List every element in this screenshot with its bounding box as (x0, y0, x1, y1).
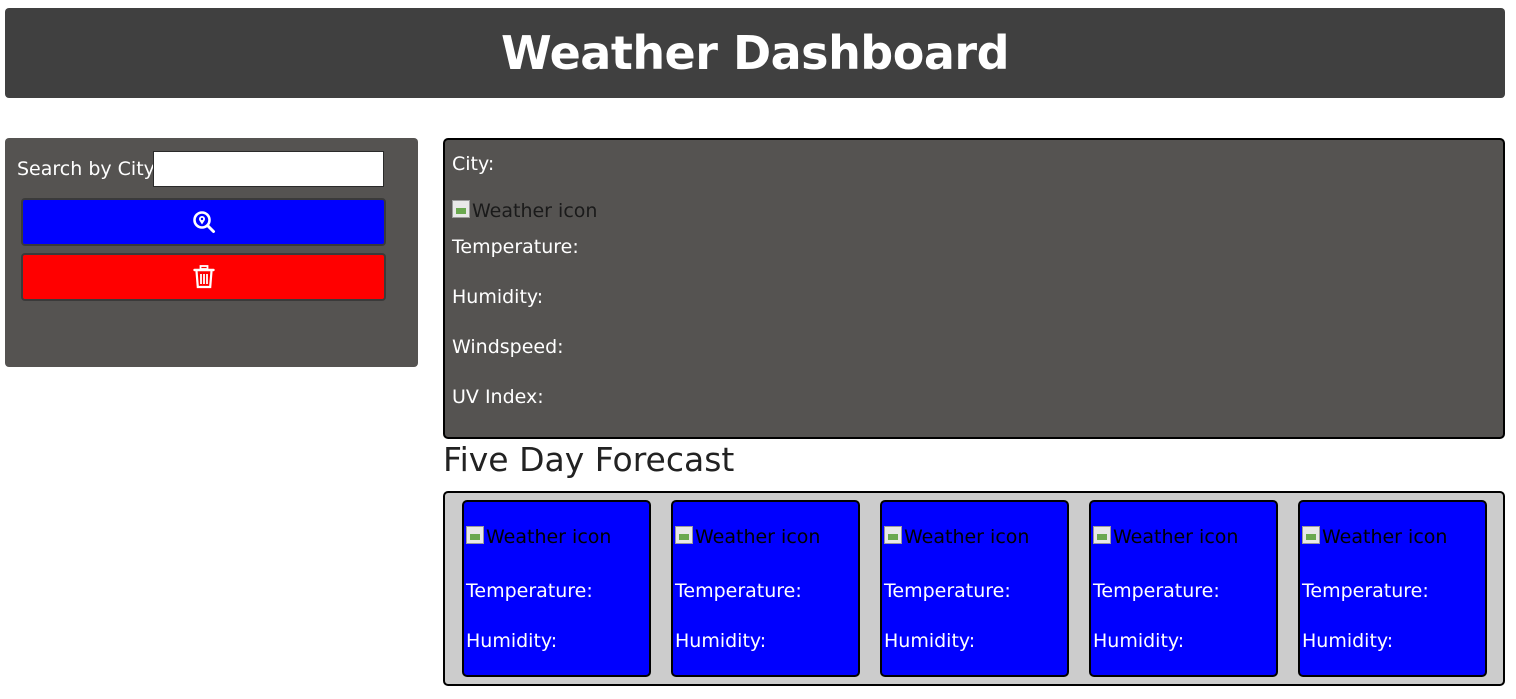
broken-image-icon (1093, 526, 1111, 544)
city-label: City: (452, 153, 495, 175)
windspeed-label: Windspeed: (452, 336, 564, 358)
weather-icon-alt: Weather icon (695, 526, 821, 548)
forecast-temperature-label: Temperature: (884, 580, 1011, 602)
temperature-label: Temperature: (452, 236, 579, 258)
forecast-card: Weather icon Temperature: Humidity: (880, 500, 1069, 677)
search-location-icon (192, 211, 215, 233)
forecast-weather-icon: Weather icon (884, 526, 1029, 548)
humidity-label: Humidity: (452, 286, 544, 308)
search-button[interactable] (21, 198, 386, 246)
broken-image-icon (1302, 526, 1320, 544)
forecast-humidity-label: Humidity: (1093, 630, 1185, 652)
forecast-temperature-label: Temperature: (1302, 580, 1429, 602)
search-label: Search by City: (17, 158, 160, 180)
forecast-card: Weather icon Temperature: Humidity: (671, 500, 860, 677)
forecast-weather-icon: Weather icon (675, 526, 820, 548)
broken-image-icon (466, 526, 484, 544)
weather-icon-alt: Weather icon (472, 200, 598, 222)
forecast-weather-icon: Weather icon (466, 526, 611, 548)
forecast-humidity-label: Humidity: (466, 630, 558, 652)
forecast-card: Weather icon Temperature: Humidity: (1298, 500, 1487, 677)
forecast-humidity-label: Humidity: (884, 630, 976, 652)
forecast-humidity-label: Humidity: (675, 630, 767, 652)
weather-icon-alt: Weather icon (904, 526, 1030, 548)
broken-image-icon (452, 200, 470, 218)
clear-history-button[interactable] (21, 253, 386, 301)
page-header: Weather Dashboard (5, 8, 1505, 98)
forecast-card: Weather icon Temperature: Humidity: (1089, 500, 1278, 677)
forecast-humidity-label: Humidity: (1302, 630, 1394, 652)
weather-icon-alt: Weather icon (1113, 526, 1239, 548)
trash-icon (192, 265, 215, 289)
uv-index-label: UV Index: (452, 386, 544, 408)
forecast-card: Weather icon Temperature: Humidity: (462, 500, 651, 677)
forecast-weather-icon: Weather icon (1302, 526, 1447, 548)
forecast-panel: Weather icon Temperature: Humidity: Weat… (443, 491, 1505, 686)
forecast-temperature-label: Temperature: (466, 580, 593, 602)
forecast-temperature-label: Temperature: (675, 580, 802, 602)
forecast-title: Five Day Forecast (443, 440, 735, 479)
weather-icon-alt: Weather icon (486, 526, 612, 548)
weather-icon-alt: Weather icon (1322, 526, 1448, 548)
forecast-temperature-label: Temperature: (1093, 580, 1220, 602)
page-title: Weather Dashboard (500, 26, 1010, 80)
search-panel: Search by City: (5, 138, 418, 367)
broken-image-icon (675, 526, 693, 544)
broken-image-icon (884, 526, 902, 544)
city-search-input[interactable] (153, 151, 384, 187)
forecast-weather-icon: Weather icon (1093, 526, 1238, 548)
current-weather-panel: City: Weather icon Temperature: Humidity… (443, 138, 1505, 439)
current-weather-icon: Weather icon (452, 200, 597, 222)
